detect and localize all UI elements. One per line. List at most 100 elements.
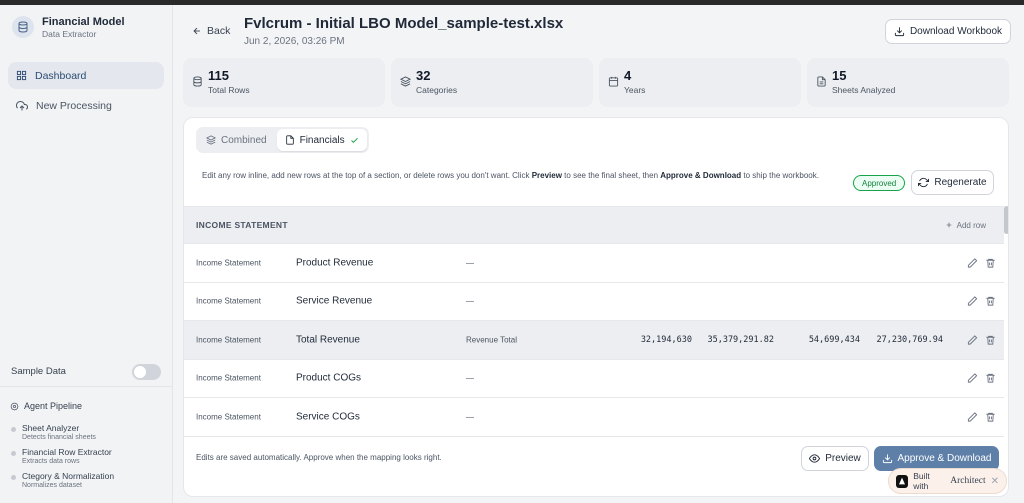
stats-row: 115 Total Rows 32 Categories 4 Years 15 … [183,58,1009,107]
grid-icon [16,70,27,81]
rows-table: Income Statement Product Revenue — Incom… [184,244,1004,437]
back-button[interactable]: Back [192,25,230,37]
table-row: Income Statement Service COGs — [184,398,1004,437]
row-name[interactable]: Service COGs [296,411,360,422]
instructions-part: to see the final sheet, then [561,171,661,180]
built-with-brand: Architect [950,476,986,486]
table-row: Income Statement Total Revenue Revenue T… [184,321,1004,360]
sidebar-item-label: Dashboard [35,69,87,82]
tab-label: Financials [299,134,345,146]
stat-card-categories: 32 Categories [391,58,593,107]
trash-icon[interactable] [985,257,996,268]
built-with-prefix: Built with [913,471,930,491]
pencil-icon[interactable] [967,411,978,422]
add-row-button[interactable]: Add row [945,221,986,230]
download-icon [882,453,893,464]
row-mapping: — [466,258,474,268]
download-workbook-button[interactable]: Download Workbook [885,19,1011,44]
pipeline-step-title: Financial Row Extractor [22,447,112,457]
trash-icon[interactable] [985,296,996,307]
row-mapping: Revenue Total [466,335,517,345]
pencil-icon[interactable] [967,334,978,345]
row-mapping: — [466,412,474,422]
row-name[interactable]: Product Revenue [296,257,373,268]
pipeline-step-subtitle: Normalizes dataset [22,482,82,489]
tab-financials[interactable]: Financials [276,129,367,151]
instructions-preview: Preview [531,171,562,180]
tab-combined[interactable]: Combined [198,129,275,151]
row-name[interactable]: Service Revenue [296,296,372,307]
file-icon [285,135,295,145]
tab-label: Combined [221,134,267,146]
brand-title: Financial Model [42,15,125,28]
row-section: Income Statement [196,335,261,345]
trash-icon[interactable] [985,411,996,422]
row-section: Income Statement [196,412,261,422]
section-header: INCOME STATEMENT Add row [184,206,1004,244]
pencil-icon[interactable] [967,257,978,268]
eye-icon [809,453,821,464]
stat-label: Categories [416,85,458,95]
pipeline-title: Agent Pipeline [24,401,83,411]
pipeline-step-title: Ctegory & Normalization [22,471,115,481]
row-name[interactable]: Product COGs [296,373,361,384]
layers-icon [400,76,411,87]
close-icon[interactable]: ✕ [991,476,999,487]
main-content: Back Fvlcrum - Initial LBO Model_sample-… [173,5,1024,503]
stat-value: 32 [416,68,431,83]
trash-icon[interactable] [985,373,996,384]
row-mapping: — [466,373,474,383]
row-value: 54,699,434 [808,334,860,345]
instructions-text: Edit any row inline, add new rows at the… [202,170,842,182]
regenerate-button[interactable]: Regenerate [911,170,994,195]
pipeline-step: Financial Row Extractor Extracts data ro… [0,443,172,467]
table-row: Income Statement Product COGs — [184,360,1004,398]
brand-subtitle: Data Extractor [42,28,97,39]
pencil-icon[interactable] [967,373,978,384]
sidebar-item-dashboard[interactable]: Dashboard [8,62,164,89]
database-icon [12,16,34,38]
stat-label: Sheets Analyzed [832,85,896,95]
plus-icon [945,221,953,229]
download-icon [894,26,905,37]
section-title: INCOME STATEMENT [196,220,288,230]
trash-icon[interactable] [985,334,996,345]
instructions-part: to ship the workbook. [741,171,819,180]
preview-label: Preview [825,453,861,464]
sample-data-label: Sample Data [11,366,66,377]
row-name[interactable]: Total Revenue [296,334,360,345]
agent-icon [10,402,19,411]
layers-icon [206,135,216,145]
row-value: 27,230,769.94 [876,334,943,345]
table-row: Income Statement Product Revenue — [184,244,1004,283]
stat-value: 15 [832,68,847,83]
table-row: Income Statement Service Revenue — [184,283,1004,321]
scrollbar[interactable] [1004,206,1008,234]
preview-button[interactable]: Preview [801,446,869,471]
brand: Financial Model Data Extractor [0,5,172,49]
row-value: 32,194,630 [640,334,692,345]
architect-logo-icon [896,474,909,488]
sidebar-item-new-processing[interactable]: New Processing [8,92,164,119]
sample-data-toggle[interactable] [132,363,161,380]
file-icon [816,76,827,87]
stat-card-total-rows: 115 Total Rows [183,58,385,107]
calendar-icon [608,76,619,87]
data-panel: Combined Financials Edit any row inline,… [183,117,1009,497]
pipeline-step: Sheet Analyzer Detects financial sheets [0,419,172,443]
pencil-icon[interactable] [967,296,978,307]
sidebar-bottom: Sample Data Agent Pipeline Sheet Analyze… [0,357,172,491]
stat-label: Years [624,85,646,95]
page-title: Fvlcrum - Initial LBO Model_sample-test.… [244,15,564,32]
view-tabs: Combined Financials [196,127,369,153]
pipeline-step-subtitle: Extracts data rows [22,458,80,465]
file-date: Jun 2, 2026, 03:26 PM [244,36,345,47]
built-with-badge[interactable]: Built with Architect ✕ [888,468,1007,494]
stat-value: 4 [624,68,632,83]
status-badge: Approved [853,175,906,191]
instructions-approve: Approve & Download [660,171,742,180]
arrow-left-icon [192,26,202,36]
back-label: Back [207,25,231,37]
app-window: Financial Model Data Extractor Dashboard… [0,5,1024,503]
regenerate-label: Regenerate [934,177,987,188]
